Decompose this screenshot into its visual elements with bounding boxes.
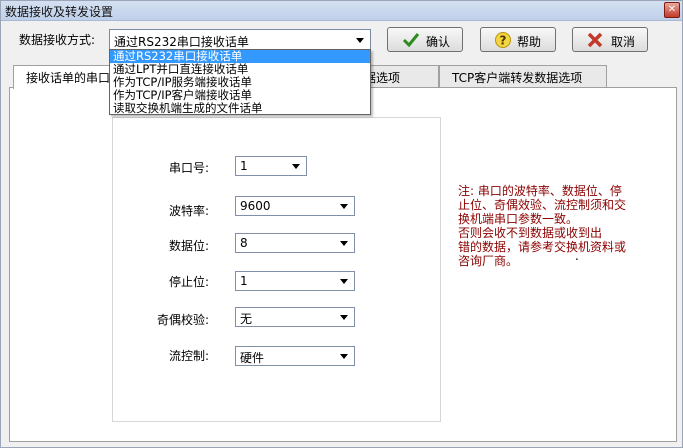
note-line: 换机端串口参数一致。 xyxy=(458,212,579,226)
note-line: 错的数据，请参考交换机资料或 xyxy=(458,240,627,254)
databits-select[interactable]: 8 xyxy=(235,233,355,253)
dropdown-option[interactable]: 通过RS232串口接收话单 xyxy=(110,50,370,63)
dropdown-option[interactable]: 读取交换机端生成的文件话单 xyxy=(110,102,370,115)
flow-select[interactable]: 硬件 xyxy=(235,346,355,366)
receive-mode-dropdown: 通过RS232串口接收话单 通过LPT并口直连接收话单 作为TCP/IP服务端接… xyxy=(109,49,371,115)
tab-serial-port[interactable]: 接收话单的串口 xyxy=(13,65,117,89)
receive-mode-select[interactable]: 通过RS232串口接收话单 xyxy=(109,29,371,51)
receive-mode-value: 通过RS232串口接收话单 xyxy=(114,35,249,49)
help-button[interactable]: ? 帮助 xyxy=(480,27,556,52)
tab-tcp-client-forward[interactable]: TCP客户端转发数据选项 xyxy=(439,65,607,87)
settings-note: 注: 串口的波特率、数据位、停 止位、奇偶效验、流控制须和交 换机端串口参数一致… xyxy=(458,184,638,268)
tab-label: 接收话单的串口 xyxy=(26,71,111,85)
svg-text:?: ? xyxy=(500,34,507,48)
flow-value: 硬件 xyxy=(240,351,265,365)
port-label: 串口号: xyxy=(168,161,209,175)
databits-value: 8 xyxy=(240,236,248,250)
serial-settings-panel: 串口号: 1 波特率: 9600 数据位: 8 停止位: 1 奇偶校验: 无 流… xyxy=(112,117,441,422)
stopbits-label: 停止位: xyxy=(168,275,209,289)
chevron-down-icon xyxy=(340,204,348,209)
chevron-down-icon xyxy=(340,279,348,284)
dropdown-option[interactable]: 作为TCP/IP服务端接收话单 xyxy=(110,76,370,89)
close-button[interactable]: ✕ xyxy=(664,2,680,18)
parity-label: 奇偶校验: xyxy=(156,313,209,327)
chevron-down-icon xyxy=(340,315,348,320)
baud-label: 波特率: xyxy=(168,204,209,218)
window-title: 数据接收及转发设置 xyxy=(5,5,114,19)
confirm-label: 确认 xyxy=(426,35,451,49)
databits-label: 数据位: xyxy=(168,239,209,253)
stopbits-select[interactable]: 1 xyxy=(235,271,355,291)
note-line: 止位、奇偶效验、流控制须和交 xyxy=(458,198,627,212)
chevron-down-icon xyxy=(340,241,348,246)
parity-select[interactable]: 无 xyxy=(235,307,355,327)
chevron-down-icon xyxy=(340,354,348,359)
chevron-down-icon xyxy=(356,38,364,43)
stopbits-value: 1 xyxy=(240,274,248,288)
flow-label: 流控制: xyxy=(168,349,209,363)
help-label: 帮助 xyxy=(517,35,542,49)
tab-label: TCP客户端转发数据选项 xyxy=(452,71,583,85)
stray-dot: . xyxy=(575,249,579,263)
baud-value: 9600 xyxy=(240,199,271,213)
confirm-button[interactable]: 确认 xyxy=(387,27,463,52)
note-line: 否则会收不到数据或收到出 xyxy=(458,226,603,240)
dropdown-option[interactable]: 通过LPT并口直连接收话单 xyxy=(110,63,370,76)
port-value: 1 xyxy=(240,159,248,173)
question-icon: ? xyxy=(495,32,511,48)
cancel-button[interactable]: 取消 xyxy=(572,27,648,52)
settings-window: 数据接收及转发设置 ✕ 数据接收方式: 通过RS232串口接收话单 确认 ? 帮… xyxy=(0,0,683,448)
title-bar: 数据接收及转发设置 ✕ xyxy=(1,1,682,21)
receive-mode-label: 数据接收方式: xyxy=(19,33,96,47)
note-line: 咨询厂商。 xyxy=(458,254,519,268)
parity-value: 无 xyxy=(240,312,253,326)
cross-icon xyxy=(587,32,603,48)
chevron-down-icon xyxy=(292,164,300,169)
dropdown-option[interactable]: 作为TCP/IP客户端接收话单 xyxy=(110,89,370,102)
port-select[interactable]: 1 xyxy=(235,156,307,176)
cancel-label: 取消 xyxy=(611,35,636,49)
note-line: 注: 串口的波特率、数据位、停 xyxy=(458,184,622,198)
baud-select[interactable]: 9600 xyxy=(235,196,355,216)
checkmark-icon xyxy=(402,33,420,48)
